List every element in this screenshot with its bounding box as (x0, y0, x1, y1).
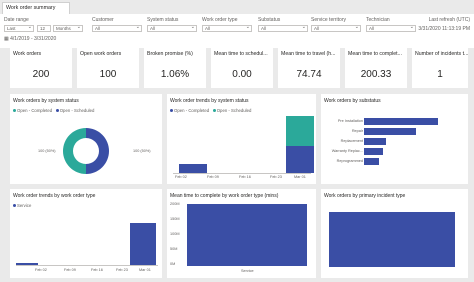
bar-substatus[interactable] (364, 158, 379, 165)
bar-service[interactable] (16, 262, 38, 265)
x-tick-label: Feb 09 (64, 268, 76, 272)
donut-data-label: 100 (50%) (133, 149, 151, 153)
kpi-card-mean-time-schedule[interactable]: Mean time to schedul... 0.00 (211, 46, 273, 88)
legend-dot (212, 109, 216, 113)
chart-legend: Open - Completed Open - Scheduled (170, 108, 251, 113)
kpi-card-mean-time-complete[interactable]: Mean time to complet... 200.33 (345, 46, 407, 88)
x-tick-label: Feb 09 (207, 175, 219, 179)
x-tick-label: Mar 01 (294, 175, 306, 179)
chevron-down-icon: ⌄ (301, 25, 306, 30)
panel-title: Work order trends by system status (170, 98, 249, 104)
date-range-label: Date range (4, 17, 29, 23)
bar-substatus[interactable] (364, 138, 387, 145)
customer-select[interactable]: All ⌄ (92, 25, 142, 32)
chevron-down-icon: ⌄ (27, 25, 32, 30)
customer-label: Customer (92, 17, 114, 23)
calendar-icon: ▦ (4, 36, 9, 42)
x-tick-label: Feb 23 (116, 268, 128, 272)
legend-item-open-scheduled[interactable]: Open - Scheduled (212, 108, 251, 113)
kpi-card-broken-promise[interactable]: Broken promise (%) 1.06% (144, 46, 206, 88)
panel-title: Mean time to complete by work order type… (170, 193, 279, 199)
chevron-down-icon: ⌄ (245, 25, 250, 30)
y-tick-label: Replacement (340, 139, 363, 143)
panel-by-incident-type[interactable]: Work orders by primary incident type (321, 189, 468, 278)
chevron-down-icon: ⌄ (190, 25, 195, 30)
substatus-select[interactable]: All ⌄ (258, 25, 308, 32)
panel-title: Work orders by primary incident type (324, 193, 406, 199)
legend-dot (13, 204, 16, 208)
panel-mean-time-complete[interactable]: Mean time to complete by work order type… (167, 189, 316, 278)
panel-title: Work order trends by work order type (13, 193, 96, 199)
y-tick-label: Reprogrammed (336, 159, 363, 163)
service-territory-select[interactable]: All ⌄ (311, 25, 361, 32)
bar-service[interactable] (187, 204, 307, 266)
bar-open-completed[interactable] (179, 164, 207, 173)
last-refresh-label: Last refresh (UTC) (428, 17, 470, 23)
y-tick-label: 50M (170, 247, 178, 251)
kpi-card-open-work-orders[interactable]: Open work orders 100 (77, 46, 139, 88)
chevron-down-icon: ⌄ (354, 25, 359, 30)
panel-trends-by-work-order-type[interactable]: Work order trends by work order type Ser… (10, 189, 162, 278)
y-tick-label: 0M (170, 262, 176, 266)
x-tick-label: Mar 01 (139, 268, 151, 272)
bar-substatus[interactable] (364, 148, 383, 155)
tab-bar: Work order summary (0, 0, 474, 14)
technician-select[interactable]: All ⌄ (366, 25, 416, 32)
x-tick-label: Feb 02 (35, 268, 47, 272)
bar-service[interactable] (130, 223, 156, 265)
donut-data-label: 100 (50%) (38, 149, 56, 153)
x-axis (16, 265, 158, 266)
donut-chart (63, 128, 109, 174)
x-tick-label: Feb 16 (91, 268, 103, 272)
filter-bar: Date range Last ⌄ 12 Months ⌄ ▦ 4/1/2019 -… (0, 14, 474, 48)
y-tick-label: 100M (170, 232, 180, 236)
date-range-mode-select[interactable]: Last ⌄ (4, 25, 34, 32)
date-range-unit-select[interactable]: Months ⌄ (53, 25, 83, 32)
chevron-down-icon: ⌄ (76, 25, 81, 30)
legend-dot (170, 109, 173, 113)
tab-work-order-summary[interactable]: Work order summary (2, 2, 70, 14)
substatus-label: Substatus (258, 17, 281, 23)
bar-open-completed[interactable] (286, 146, 314, 173)
kpi-card-incidents[interactable]: Number of incidents t... 1 (412, 46, 468, 88)
y-tick-label: Repair (351, 129, 363, 133)
panel-by-substatus[interactable]: Work orders by substatus Pre Installatio… (321, 94, 468, 184)
y-tick-label: Warranty Replac... (331, 149, 363, 153)
date-range-count-input[interactable]: 12 (37, 25, 51, 32)
kpi-card-mean-time-travel[interactable]: Mean time to travel (h... 74.74 (278, 46, 340, 88)
x-tick-label: Feb 02 (175, 175, 187, 179)
system-status-select[interactable]: All ⌄ (147, 25, 197, 32)
bar-substatus[interactable] (364, 118, 438, 125)
y-tick-label: 200M (170, 202, 180, 206)
technician-label: Technician (366, 17, 390, 23)
panel-by-system-status[interactable]: Work orders by system status Open - Comp… (10, 94, 162, 184)
x-tick-label: Feb 23 (270, 175, 282, 179)
donut-slice-open-scheduled[interactable] (86, 128, 109, 174)
x-tick-label: Feb 16 (239, 175, 251, 179)
chart-legend: Service (13, 203, 31, 208)
donut-slice-open-completed[interactable] (63, 128, 86, 174)
work-order-type-label: Work order type (202, 17, 238, 23)
y-tick-label: Pre Installation (337, 119, 363, 123)
bar-substatus[interactable] (364, 128, 416, 135)
legend-item-open-completed[interactable]: Open - Completed (170, 108, 209, 113)
date-range-display: ▦ 4/1/2019 - 3/31/2020 (4, 36, 57, 42)
service-territory-label: Service territory (311, 17, 347, 23)
panel-title: Work orders by substatus (324, 98, 381, 104)
y-tick-label: 150M (170, 217, 180, 221)
legend-item-service[interactable]: Service (13, 203, 31, 208)
last-refresh-value: 3/31/2020 11:13:19 PM (418, 26, 470, 32)
chevron-down-icon: ⌄ (409, 25, 414, 30)
bar-open-scheduled[interactable] (286, 116, 314, 146)
x-axis (173, 173, 311, 174)
chevron-down-icon: ⌄ (135, 25, 140, 30)
incident-type-bar[interactable] (329, 212, 455, 267)
panel-trends-by-system-status[interactable]: Work order trends by system status Open … (167, 94, 316, 184)
work-order-type-select[interactable]: All ⌄ (202, 25, 252, 32)
kpi-card-work-orders[interactable]: Work orders 200 (10, 46, 72, 88)
x-tick-label: Service (241, 269, 254, 273)
system-status-label: System status (147, 17, 179, 23)
